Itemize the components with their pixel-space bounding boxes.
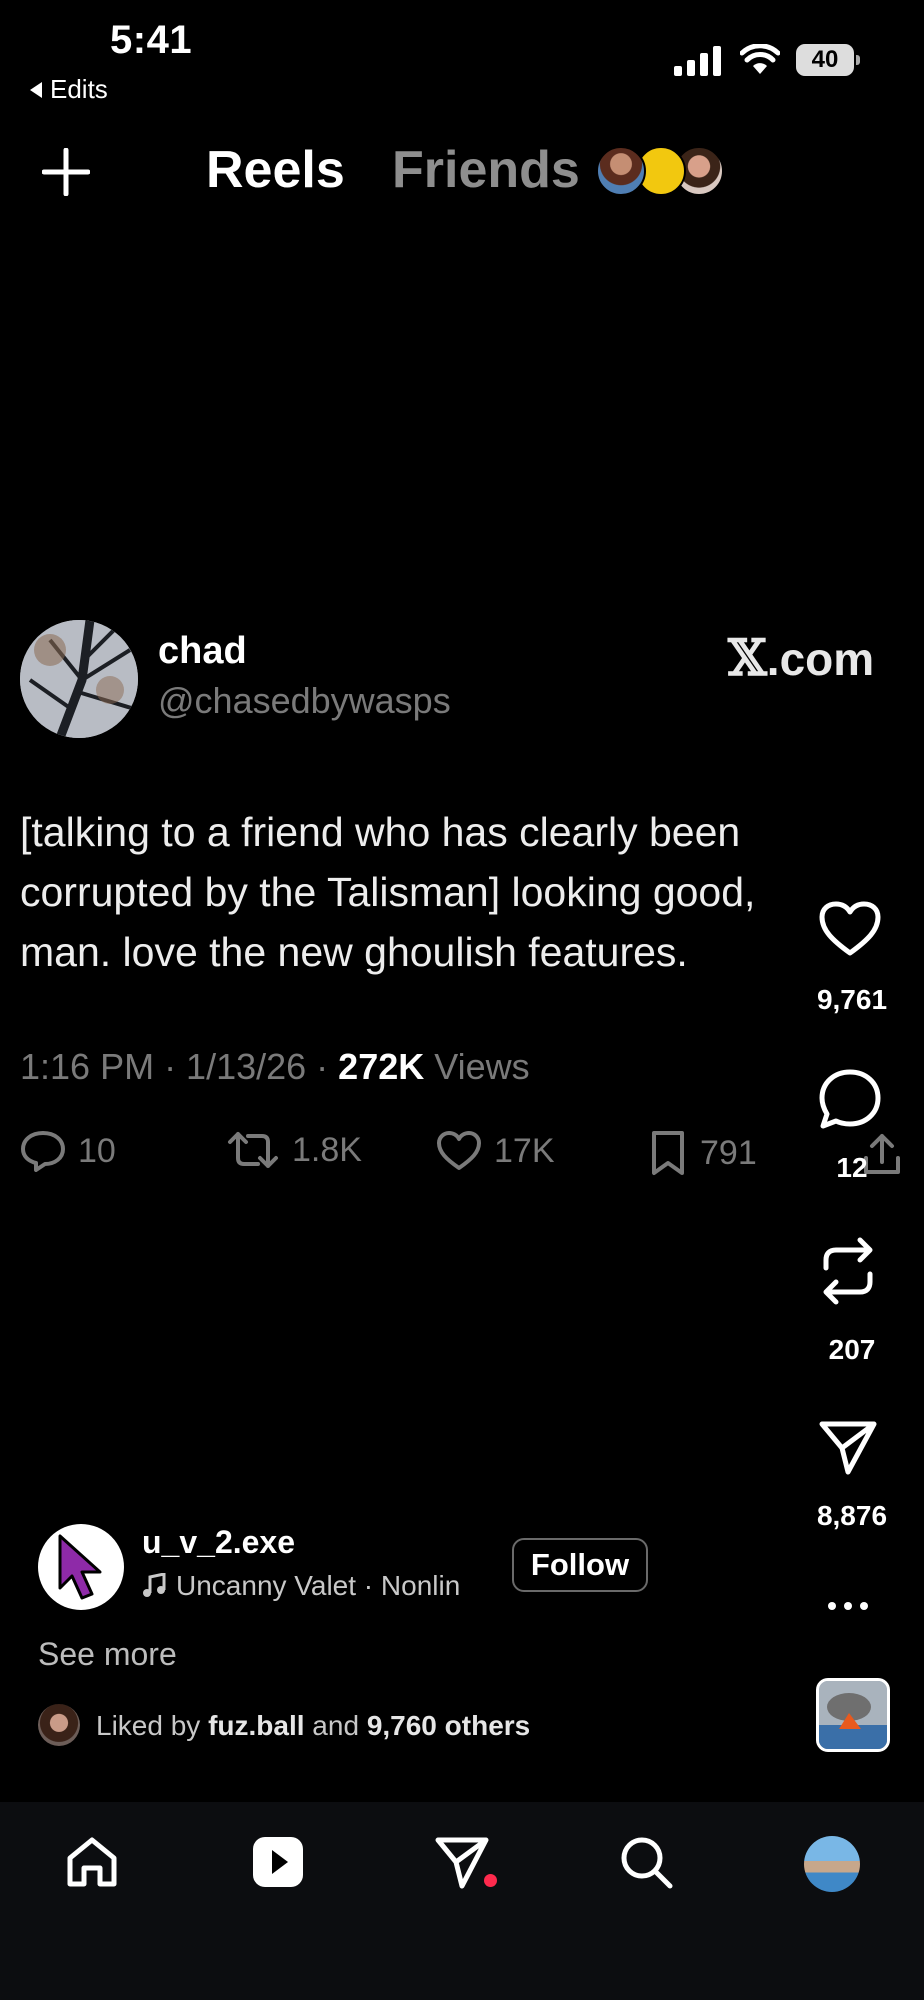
reposts-count: 1.8K: [292, 1130, 362, 1169]
reel-author-avatar[interactable]: [38, 1524, 124, 1610]
tweet-text: [talking to a friend who has clearly bee…: [20, 809, 756, 975]
replies-count: 10: [78, 1131, 116, 1170]
send-icon[interactable]: [818, 1418, 878, 1478]
tweet-reposts: 1.8K: [226, 1130, 362, 1170]
audio-title: Uncanny Valet · Nonlin: [176, 1570, 461, 1601]
tweet-views-count: 272K: [338, 1046, 425, 1087]
back-to-app[interactable]: Edits: [30, 74, 108, 105]
cellular-signal-icon: [674, 46, 721, 76]
tweet-author-handle: @chasedbywasps: [158, 680, 451, 721]
music-note-icon: [143, 1573, 166, 1597]
comment-icon[interactable]: [818, 1068, 882, 1130]
heart-icon[interactable]: [818, 900, 882, 958]
like-icon: [437, 1131, 481, 1170]
wifi-icon: [740, 44, 780, 74]
liked-prefix: Liked by: [96, 1710, 209, 1741]
repost-icon[interactable]: [818, 1236, 878, 1306]
plus-icon[interactable]: [42, 148, 90, 196]
tweet-author-name: chad: [158, 630, 247, 672]
cursor-icon: [58, 1534, 102, 1600]
source-domain: .com: [766, 633, 875, 685]
bookmark-icon: [652, 1131, 684, 1175]
home-icon[interactable]: [64, 1834, 120, 1890]
audio-thumbnail-image: [819, 1681, 887, 1749]
bookmarks-count: 791: [700, 1133, 757, 1172]
status-time: 5:41: [110, 18, 193, 62]
tweet-likes: 17K: [436, 1130, 555, 1172]
follow-button[interactable]: Follow: [512, 1538, 648, 1592]
likes-count: 17K: [494, 1131, 555, 1170]
liked-by-avatar: [38, 1704, 80, 1746]
reel-likes-count: 9,761: [816, 984, 888, 1015]
reel-shares-count: 8,876: [816, 1500, 888, 1531]
audio-thumbnail[interactable]: [816, 1678, 890, 1752]
reel-comments-count: 12: [836, 1152, 868, 1183]
tweet-author-avatar: [20, 620, 138, 738]
reel-reposts-count: 207: [828, 1334, 876, 1365]
search-icon[interactable]: [618, 1834, 674, 1890]
see-more-link[interactable]: See more: [38, 1636, 177, 1673]
liked-by-text[interactable]: Liked by fuz.ball and 9,760 others: [96, 1710, 530, 1742]
reel-audio[interactable]: Uncanny Valet · Nonlin: [142, 1570, 460, 1602]
tab-friends[interactable]: Friends: [392, 140, 580, 200]
reply-icon: [21, 1131, 65, 1172]
tweet-meta: 1:16 PM · 1/13/26 · 272K Views: [20, 1046, 530, 1088]
tweet-replies: 10: [20, 1130, 116, 1172]
tweet-timestamp: 1:16 PM · 1/13/26 ·: [20, 1046, 339, 1087]
battery-indicator: 40: [796, 44, 854, 76]
notification-dot: [484, 1874, 497, 1887]
liked-others[interactable]: 9,760 others: [367, 1710, 530, 1741]
liked-mid: and: [304, 1710, 367, 1741]
tweet-source-label: 𝕏 .com: [728, 628, 874, 687]
x-logo-icon: 𝕏: [728, 628, 767, 687]
direct-messages-icon[interactable]: [434, 1834, 490, 1890]
friend-avatar: [596, 146, 646, 196]
back-arrow-icon: [30, 81, 42, 98]
retweet-icon: [228, 1132, 278, 1168]
battery-tip: [856, 55, 860, 65]
tweet-bookmarks: 791: [648, 1130, 757, 1176]
more-icon[interactable]: [818, 1596, 878, 1616]
bottom-nav-bar: [0, 1802, 924, 2000]
tweet-views-label: Views: [424, 1046, 530, 1087]
back-label: Edits: [50, 74, 108, 104]
reel-author-username[interactable]: u_v_2.exe: [142, 1524, 295, 1561]
profile-avatar[interactable]: [804, 1836, 860, 1892]
tree-branches-image: [20, 620, 138, 738]
tab-reels[interactable]: Reels: [206, 140, 345, 200]
reels-icon[interactable]: [250, 1834, 306, 1890]
liked-user[interactable]: fuz.ball: [208, 1710, 304, 1741]
